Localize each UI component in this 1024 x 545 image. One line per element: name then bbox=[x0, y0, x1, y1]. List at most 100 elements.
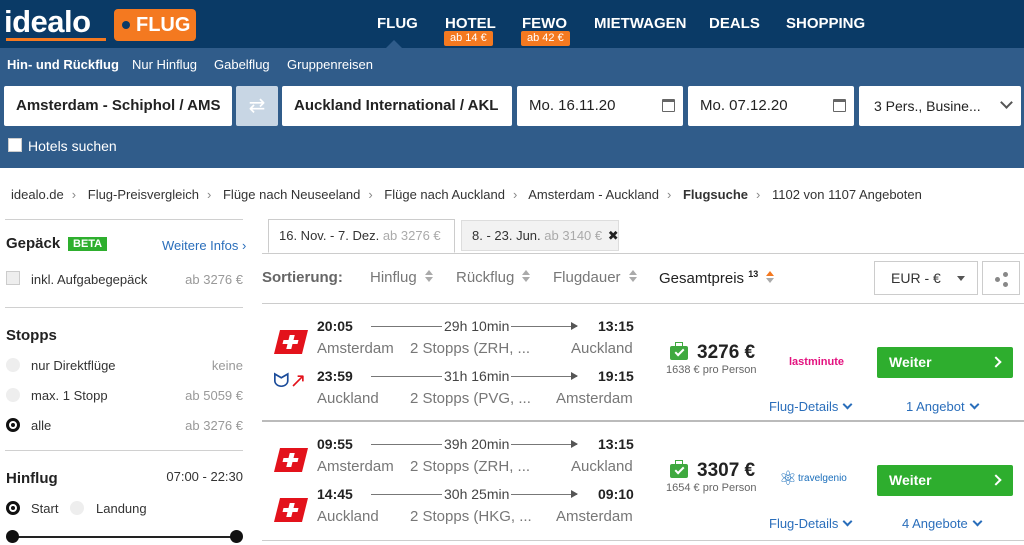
swap-icon: ⇄ bbox=[248, 95, 266, 117]
start-time-label[interactable]: Start bbox=[31, 501, 58, 516]
sidebar-divider bbox=[5, 450, 243, 451]
date-tab-active[interactable]: 16. Nov. - 7. Dez. ab 3276 € bbox=[268, 219, 455, 253]
arrival-time: 09:10 bbox=[598, 486, 634, 502]
breadcrumb-current: Flugsuche bbox=[682, 187, 748, 202]
all-stops-radio[interactable] bbox=[6, 418, 20, 432]
tag-hole-icon bbox=[122, 21, 130, 29]
passengers-select[interactable]: 3 Pers., Busine... bbox=[859, 86, 1021, 126]
breadcrumb-link[interactable]: Flüge nach Neuseeland bbox=[223, 187, 360, 202]
breadcrumb-link[interactable]: idealo.de bbox=[11, 187, 64, 202]
breadcrumb-link[interactable]: Flüge nach Auckland bbox=[384, 187, 505, 202]
flug-product-tag[interactable]: FLUG bbox=[114, 9, 196, 41]
sidebar-divider bbox=[5, 219, 243, 220]
swiss-airline-logo bbox=[274, 498, 308, 522]
date-tab-price: ab 3276 € bbox=[382, 228, 441, 243]
nav-fewo[interactable]: FEWO bbox=[522, 15, 567, 32]
idealo-logo[interactable]: idealo bbox=[4, 4, 91, 40]
baggage-included-icon bbox=[670, 460, 688, 478]
direct-flights-radio[interactable] bbox=[6, 358, 20, 372]
origin-city: Amsterdam bbox=[317, 458, 394, 475]
offers-link[interactable]: 1 Angebot bbox=[906, 399, 980, 414]
nav-shopping[interactable]: SHOPPING bbox=[786, 15, 865, 32]
close-icon[interactable]: ✖ bbox=[608, 228, 619, 243]
checked-baggage-price: ab 3276 € bbox=[185, 272, 243, 287]
provider-logo-travelgenio[interactable]: ⚛travelgenio bbox=[779, 466, 847, 491]
total-price: 3276 € bbox=[697, 342, 756, 363]
tabs-baseline bbox=[262, 253, 1024, 254]
landing-time-label[interactable]: Landung bbox=[96, 501, 147, 516]
provider-logo-lastminute[interactable]: lastminute bbox=[789, 356, 844, 368]
sort-option-label: Hinflug bbox=[370, 269, 417, 286]
sort-by-outbound[interactable]: Hinflug bbox=[370, 269, 433, 286]
checked-baggage-label[interactable]: inkl. Aufgabegepäck bbox=[31, 272, 147, 287]
continue-button-label: Weiter bbox=[889, 354, 932, 370]
continue-button[interactable]: Weiter bbox=[877, 347, 1013, 378]
all-stops-label[interactable]: alle bbox=[31, 418, 51, 433]
trip-type-roundtrip[interactable]: Hin- und Rückflug bbox=[7, 57, 119, 72]
offers-label: 1 Angebot bbox=[906, 399, 965, 414]
trip-type-group[interactable]: Gruppenreisen bbox=[287, 57, 373, 72]
start-time-radio[interactable] bbox=[6, 501, 20, 515]
breadcrumb-link[interactable]: Amsterdam - Auckland bbox=[528, 187, 659, 202]
calendar-icon bbox=[662, 99, 675, 112]
breadcrumb: idealo.de › Flug-Preisvergleich › Flüge na… bbox=[11, 187, 922, 202]
swap-airports-button[interactable]: ⇄ bbox=[236, 86, 278, 126]
sort-by-total-price[interactable]: Gesamtpreis 13 bbox=[659, 269, 775, 287]
chevron-right-icon bbox=[990, 474, 1002, 486]
sort-by-duration[interactable]: Flugdauer bbox=[553, 269, 637, 286]
checked-baggage-checkbox[interactable] bbox=[6, 271, 20, 285]
nav-flug[interactable]: FLUG bbox=[377, 15, 418, 32]
time-slider-min-handle[interactable] bbox=[6, 530, 19, 543]
destination-city: Amsterdam bbox=[556, 390, 633, 407]
landing-time-radio[interactable] bbox=[70, 501, 84, 515]
active-nav-marker bbox=[386, 40, 402, 48]
time-slider-track[interactable] bbox=[12, 536, 237, 538]
departure-time: 14:45 bbox=[317, 486, 353, 502]
outbound-filter-title: Hinflug bbox=[6, 470, 58, 487]
date-tab-price: ab 3140 € bbox=[544, 228, 603, 243]
origin-city: Auckland bbox=[317, 390, 379, 407]
sidebar-divider bbox=[5, 307, 243, 308]
baggage-filter-title: Gepäck bbox=[6, 235, 61, 252]
china-eastern-logo: ᗢ↗ bbox=[273, 370, 307, 392]
stops-info: 2 Stopps (ZRH, ... bbox=[410, 340, 531, 357]
sort-superscript: 13 bbox=[748, 269, 759, 279]
passengers-value: 3 Pers., Busine... bbox=[874, 98, 981, 114]
hotels-checkbox-label[interactable]: Hotels suchen bbox=[28, 138, 117, 154]
sort-arrows-icon bbox=[766, 271, 775, 284]
continue-button-label: Weiter bbox=[889, 472, 932, 488]
direct-flights-label[interactable]: nur Direktflüge bbox=[31, 358, 116, 373]
date-tab-alternative[interactable]: 8. - 23. Jun. ab 3140 € ✖ bbox=[461, 220, 619, 251]
currency-select[interactable]: EUR - € bbox=[874, 261, 978, 295]
flight-details-link[interactable]: Flug-Details bbox=[769, 516, 853, 531]
trip-type-oneway[interactable]: Nur Hinflug bbox=[132, 57, 197, 72]
continue-button[interactable]: Weiter bbox=[877, 465, 1013, 496]
destination-field[interactable]: Auckland International / AKL bbox=[282, 86, 512, 126]
breadcrumb-separator: › bbox=[756, 187, 761, 202]
share-button[interactable] bbox=[982, 261, 1020, 295]
max-one-stop-label[interactable]: max. 1 Stopp bbox=[31, 388, 108, 403]
return-date-field[interactable]: Mo. 07.12.20 bbox=[688, 86, 854, 126]
hotels-checkbox[interactable] bbox=[8, 138, 22, 152]
offers-link[interactable]: 4 Angebote bbox=[902, 516, 983, 531]
sort-by-return[interactable]: Rückflug bbox=[456, 269, 531, 286]
time-slider-max-handle[interactable] bbox=[230, 530, 243, 543]
result-separator bbox=[262, 303, 1024, 304]
trip-type-multicity[interactable]: Gabelflug bbox=[214, 57, 270, 72]
nav-mietwagen[interactable]: MIETWAGEN bbox=[594, 15, 687, 32]
more-info-link[interactable]: Weitere Infos › bbox=[162, 238, 246, 253]
departure-time: 20:05 bbox=[317, 318, 353, 334]
nav-hotel[interactable]: HOTEL bbox=[445, 15, 496, 32]
origin-field[interactable]: Amsterdam - Schiphol / AMS bbox=[4, 86, 232, 126]
sort-arrows-icon bbox=[628, 270, 637, 283]
flight-details-link[interactable]: Flug-Details bbox=[769, 399, 853, 414]
hotel-price-badge: ab 14 € bbox=[444, 31, 493, 46]
breadcrumb-link[interactable]: Flug-Preisvergleich bbox=[88, 187, 199, 202]
depart-date-field[interactable]: Mo. 16.11.20 bbox=[517, 86, 683, 126]
nav-deals[interactable]: DEALS bbox=[709, 15, 760, 32]
caret-down-icon bbox=[957, 276, 965, 281]
all-stops-value: ab 3276 € bbox=[185, 418, 243, 433]
max-one-stop-radio[interactable] bbox=[6, 388, 20, 402]
price-per-person: 1638 € pro Person bbox=[666, 364, 757, 376]
chevron-down-icon bbox=[972, 516, 983, 527]
